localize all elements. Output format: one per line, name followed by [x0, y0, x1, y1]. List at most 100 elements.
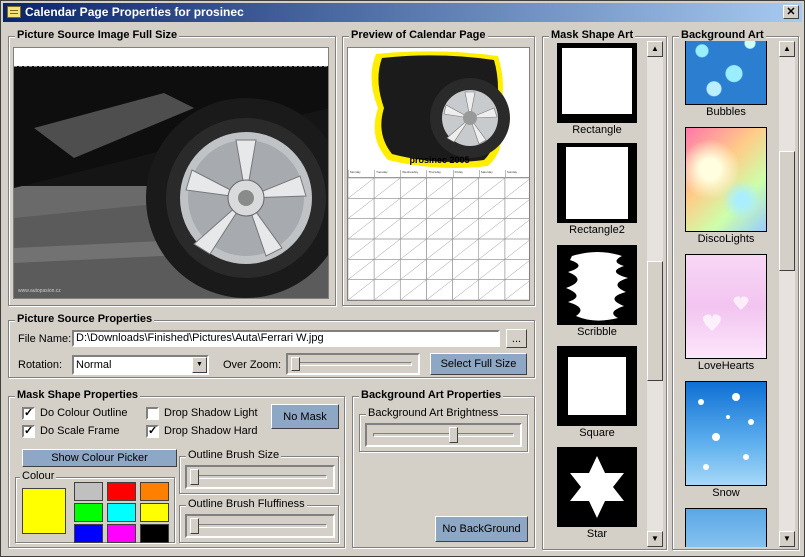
- weekday-header: Thursday: [426, 170, 452, 177]
- scroll-up-arrow-icon[interactable]: ▲: [779, 41, 795, 57]
- outline-brush-size-thumb[interactable]: [190, 469, 199, 485]
- calendar-cell-diagonal: [348, 238, 375, 260]
- slider-track: [193, 475, 327, 479]
- calendar-cell-diagonal: [426, 238, 453, 260]
- bg-item-lovehearts[interactable]: LoveHearts: [685, 254, 767, 372]
- mask-item-label: Square: [579, 427, 615, 439]
- rotation-select[interactable]: Normal ▼: [72, 355, 209, 375]
- palette-swatch[interactable]: [140, 524, 169, 543]
- show-colour-picker-button[interactable]: Show Colour Picker: [22, 449, 177, 467]
- calendar-cell-diagonal: [373, 279, 401, 300]
- calendar-page-properties-window: Calendar Page Properties for prosinec ✕ …: [0, 0, 805, 557]
- weekday-header: Wednesday: [400, 170, 426, 177]
- outline-brush-fluff-slider[interactable]: [185, 514, 335, 538]
- no-background-button[interactable]: No BackGround: [435, 516, 528, 542]
- car-wheel-image: [14, 65, 328, 298]
- background-art-props-label: Background Art Properties: [359, 389, 504, 401]
- weekday-header: Tuesday: [374, 170, 400, 177]
- scroll-down-arrow-icon[interactable]: ▼: [647, 531, 663, 547]
- preview-group: Preview of Calendar Page prosinec 2005 M…: [342, 29, 535, 306]
- calendar-cell-diagonal: [426, 279, 453, 300]
- mask-item-rectangle2[interactable]: Rectangle2: [557, 143, 637, 236]
- drop-shadow-light-label: Drop Shadow Light: [164, 407, 258, 419]
- bg-item-snow[interactable]: Snow: [685, 381, 767, 499]
- do-scale-frame-checkbox[interactable]: ✓: [22, 425, 35, 438]
- calendar-grid: Monday Tuesday Wednesday Thursday Friday Satu…: [348, 170, 529, 300]
- file-name-input[interactable]: D:\Downloads\Finished\Pictures\Auta\Ferr…: [72, 330, 500, 347]
- palette-swatch[interactable]: [107, 524, 136, 543]
- no-mask-button[interactable]: No Mask: [271, 404, 339, 429]
- bg-item-label: LoveHearts: [697, 360, 755, 372]
- preview-caption: prosinec 2005: [409, 155, 470, 165]
- drop-shadow-light-checkbox[interactable]: [146, 407, 159, 420]
- app-icon: [7, 6, 21, 18]
- bg-item-partial[interactable]: [685, 508, 767, 547]
- mask-item-scribble[interactable]: Scribble: [557, 245, 637, 338]
- do-colour-outline-checkbox[interactable]: ✓: [22, 407, 35, 420]
- drop-shadow-hard-checkbox[interactable]: ✓: [146, 425, 159, 438]
- palette-swatch[interactable]: [140, 482, 169, 501]
- calendar-cell-diagonal: [452, 279, 479, 300]
- source-image-canvas[interactable]: www.autopasion.cz: [13, 47, 329, 299]
- mask-item-label: Rectangle2: [569, 224, 625, 236]
- mask-shape-art-group: Mask Shape Art Rectangle Rectangle2 Scri…: [542, 29, 667, 550]
- rectangle2-mask-thumb: [557, 143, 637, 223]
- palette-swatch[interactable]: [107, 503, 136, 522]
- palette-swatch[interactable]: [74, 524, 103, 543]
- palette-swatch[interactable]: [140, 503, 169, 522]
- background-art-label: Background Art: [679, 29, 766, 41]
- calendar-cell-diagonal: [400, 218, 427, 240]
- close-button[interactable]: ✕: [783, 5, 799, 19]
- scroll-up-arrow-icon[interactable]: ▲: [647, 41, 663, 57]
- palette-swatch[interactable]: [74, 482, 103, 501]
- star-mask-thumb: [557, 447, 637, 527]
- mask-shape-scrollbar[interactable]: ▲ ▼: [647, 41, 663, 547]
- over-zoom-label: Over Zoom:: [223, 359, 282, 371]
- calendar-preview: prosinec 2005 Monday Tuesday Wednesday Thur…: [347, 47, 530, 301]
- weekday-row: Monday Tuesday Wednesday Thursday Friday Satu…: [348, 170, 529, 178]
- mask-item-rectangle[interactable]: Rectangle: [557, 43, 637, 136]
- calendar-cell-diagonal: [348, 279, 375, 300]
- scroll-down-arrow-icon[interactable]: ▼: [779, 531, 795, 547]
- colour-label: Colour: [20, 470, 57, 482]
- outline-brush-fluff-thumb[interactable]: [190, 518, 199, 534]
- calendar-cell-diagonal: [400, 259, 427, 280]
- calendar-cell-diagonal: [504, 199, 529, 219]
- browse-button[interactable]: ...: [506, 329, 527, 348]
- bubbles-thumb: [685, 41, 767, 105]
- brightness-slider[interactable]: [365, 423, 522, 447]
- over-zoom-thumb[interactable]: [291, 357, 300, 371]
- palette-swatch[interactable]: [107, 482, 136, 501]
- title-bar[interactable]: Calendar Page Properties for prosinec ✕: [3, 3, 802, 22]
- slider-track: [373, 433, 514, 437]
- rotation-label: Rotation:: [18, 359, 63, 371]
- bg-item-bubbles[interactable]: Bubbles: [685, 41, 767, 119]
- select-full-size-button[interactable]: Select Full Size: [430, 353, 527, 375]
- over-zoom-slider[interactable]: [286, 353, 420, 375]
- outline-brush-size-label: Outline Brush Size: [186, 449, 282, 461]
- bg-item-label: Snow: [712, 487, 740, 499]
- calendar-cell-diagonal: [400, 238, 427, 260]
- background-art-scrollbar[interactable]: ▲ ▼: [779, 41, 795, 547]
- rectangle-mask-thumb: [557, 43, 637, 123]
- brightness-thumb[interactable]: [449, 427, 459, 443]
- selected-colour-swatch[interactable]: [22, 488, 66, 534]
- chevron-down-icon[interactable]: ▼: [192, 357, 207, 373]
- calendar-cell-diagonal: [452, 218, 479, 240]
- calendar-cell-diagonal: [348, 218, 375, 240]
- bg-item-discolights[interactable]: DiscoLights: [685, 127, 767, 245]
- palette-swatch[interactable]: [74, 503, 103, 522]
- scroll-thumb[interactable]: [779, 151, 795, 271]
- scroll-thumb[interactable]: [647, 261, 663, 381]
- calendar-cell-diagonal: [504, 219, 529, 240]
- calendar-cell-diagonal: [478, 238, 506, 260]
- calendar-cell-diagonal: [478, 279, 506, 300]
- scribble-mask-thumb: [557, 245, 637, 325]
- weekday-header: Saturday: [478, 170, 505, 177]
- colour-group: Colour: [15, 470, 175, 543]
- calendar-cell-diagonal: [348, 178, 375, 199]
- mask-item-star[interactable]: Star: [557, 447, 637, 540]
- mask-item-square[interactable]: Square: [557, 346, 637, 439]
- outline-brush-size-slider[interactable]: [185, 465, 335, 489]
- background-art-props-group: Background Art Properties Background Art…: [352, 389, 535, 548]
